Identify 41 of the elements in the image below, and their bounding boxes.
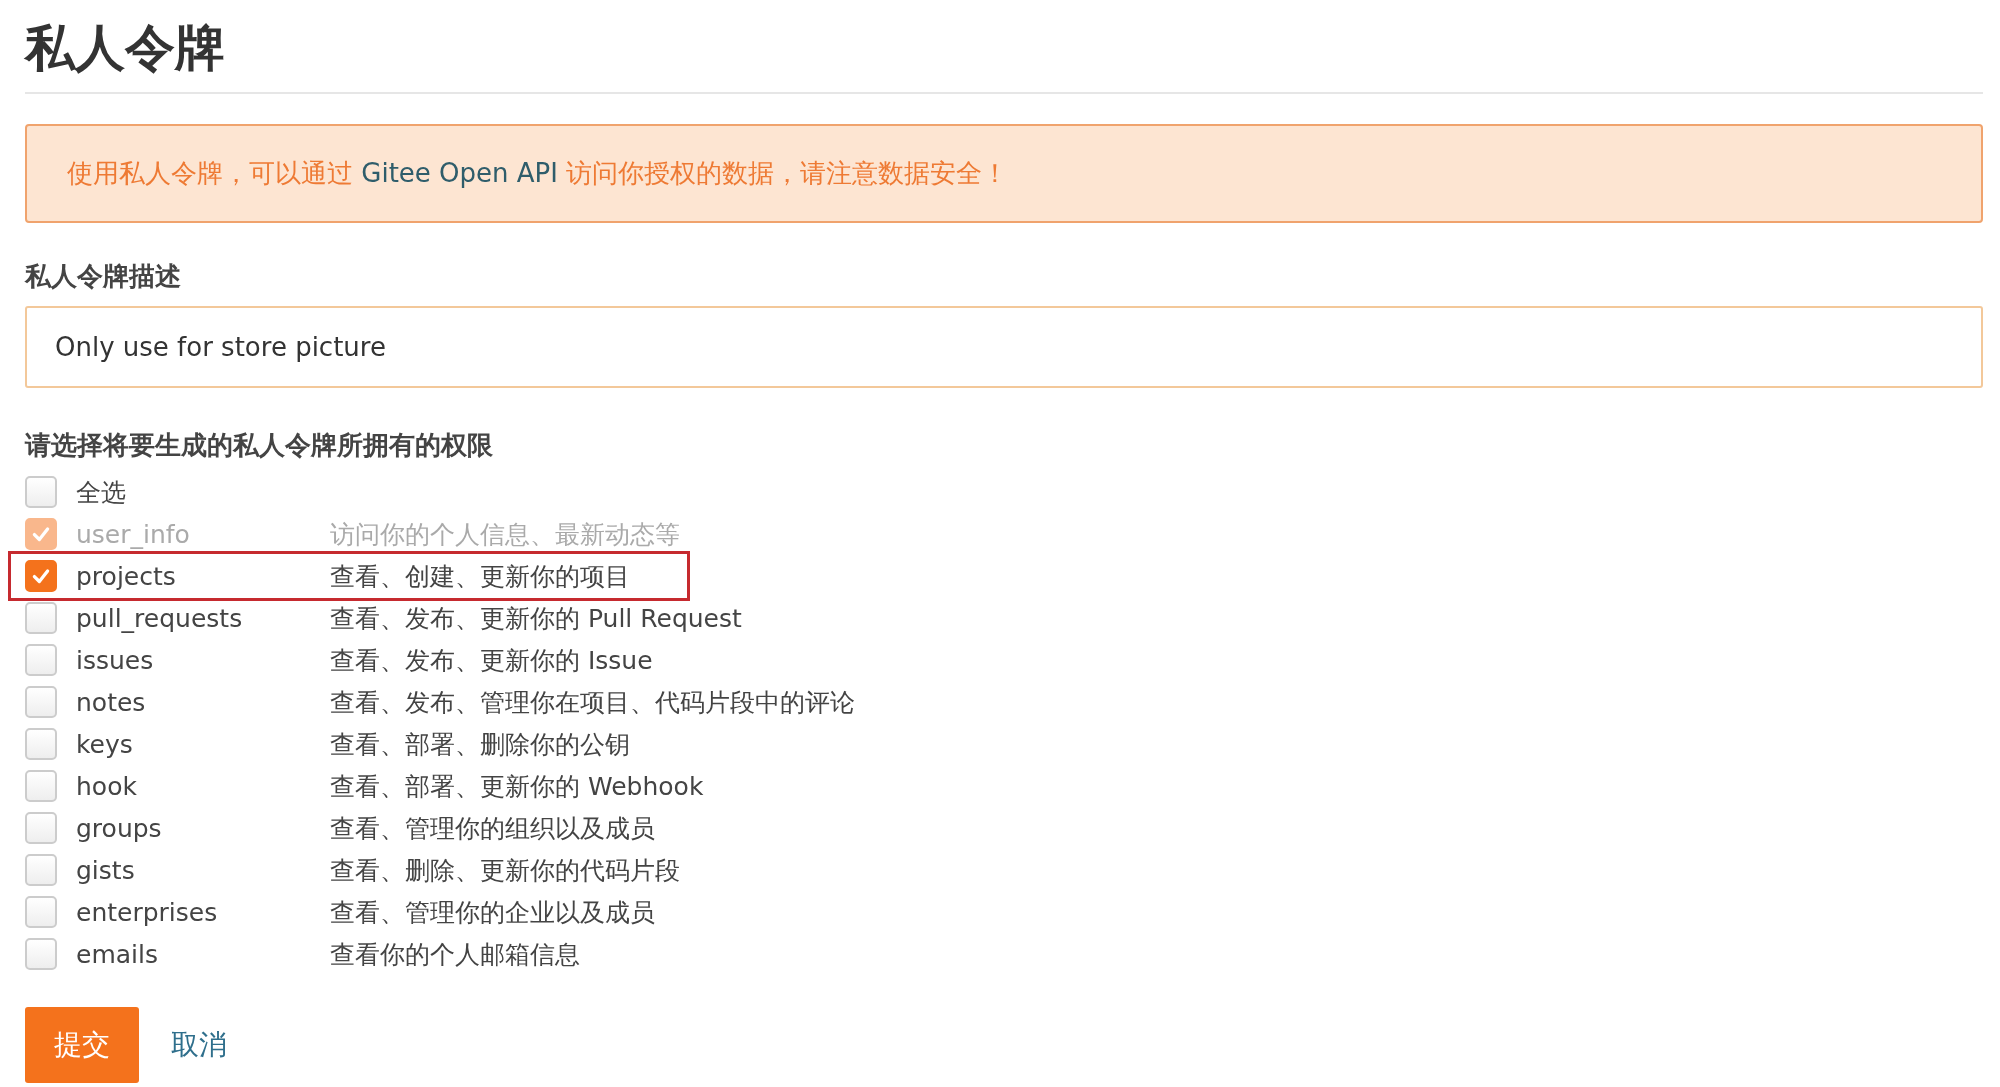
checkbox[interactable] (25, 686, 57, 718)
permission-description: 查看、发布、更新你的 Pull Request (330, 602, 742, 635)
permission-description: 查看、管理你的企业以及成员 (330, 896, 655, 929)
permission-name: keys (76, 729, 134, 759)
permission-description: 查看、管理你的组织以及成员 (330, 812, 655, 845)
checkbox[interactable] (25, 602, 57, 634)
permission-description: 访问你的个人信息、最新动态等 (330, 518, 680, 551)
section-heading: 请选择将要生成的私人令牌所拥有的权限 (25, 429, 494, 462)
permission-description: 查看、部署、更新你的 Webhook (330, 770, 704, 803)
checkbox[interactable] (25, 938, 57, 970)
permission-name: user_info (76, 519, 191, 549)
permission-name: 全选 (76, 476, 127, 509)
permission-name: groups (76, 813, 163, 843)
permission-name: pull_requests (76, 603, 244, 633)
checkbox[interactable] (25, 896, 57, 928)
cancel-link[interactable]: 取消 (171, 1026, 227, 1064)
checkbox[interactable] (25, 812, 57, 844)
checkbox[interactable] (25, 728, 57, 760)
submit-button[interactable]: 提交 (25, 1007, 139, 1083)
description-input-field[interactable]: Only use for store picture (25, 306, 1983, 388)
checkbox[interactable] (25, 476, 57, 508)
page-title: 私人令牌 (25, 18, 226, 78)
checkbox[interactable] (25, 854, 57, 886)
permission-name: gists (76, 855, 136, 885)
checkbox[interactable] (25, 770, 57, 802)
permission-name: hook (76, 771, 138, 801)
permission-description: 查看、创建、更新你的项目 (330, 560, 630, 593)
checkbox[interactable] (25, 560, 57, 592)
permission-description: 查看、发布、更新你的 Issue (330, 644, 653, 677)
permission-description: 查看、部署、删除你的公钥 (330, 728, 630, 761)
field-label: 私人令牌描述 (25, 260, 182, 293)
permission-description: 查看、删除、更新你的代码片段 (330, 854, 680, 887)
permission-name: emails (76, 939, 159, 969)
permission-name: projects (76, 561, 177, 591)
permission-name: enterprises (76, 897, 219, 927)
permission-name: notes (76, 687, 147, 717)
permission-description: 查看、发布、管理你在项目、代码片段中的评论 (330, 686, 855, 719)
permission-name: issues (76, 645, 155, 675)
permission-description: 查看你的个人邮箱信息 (330, 938, 580, 971)
alert-message: 使用私人令牌，可以通过 Gitee Open API 访问你授权的数据，请注意数据安全！ (25, 124, 1983, 223)
checkbox[interactable] (25, 644, 57, 676)
